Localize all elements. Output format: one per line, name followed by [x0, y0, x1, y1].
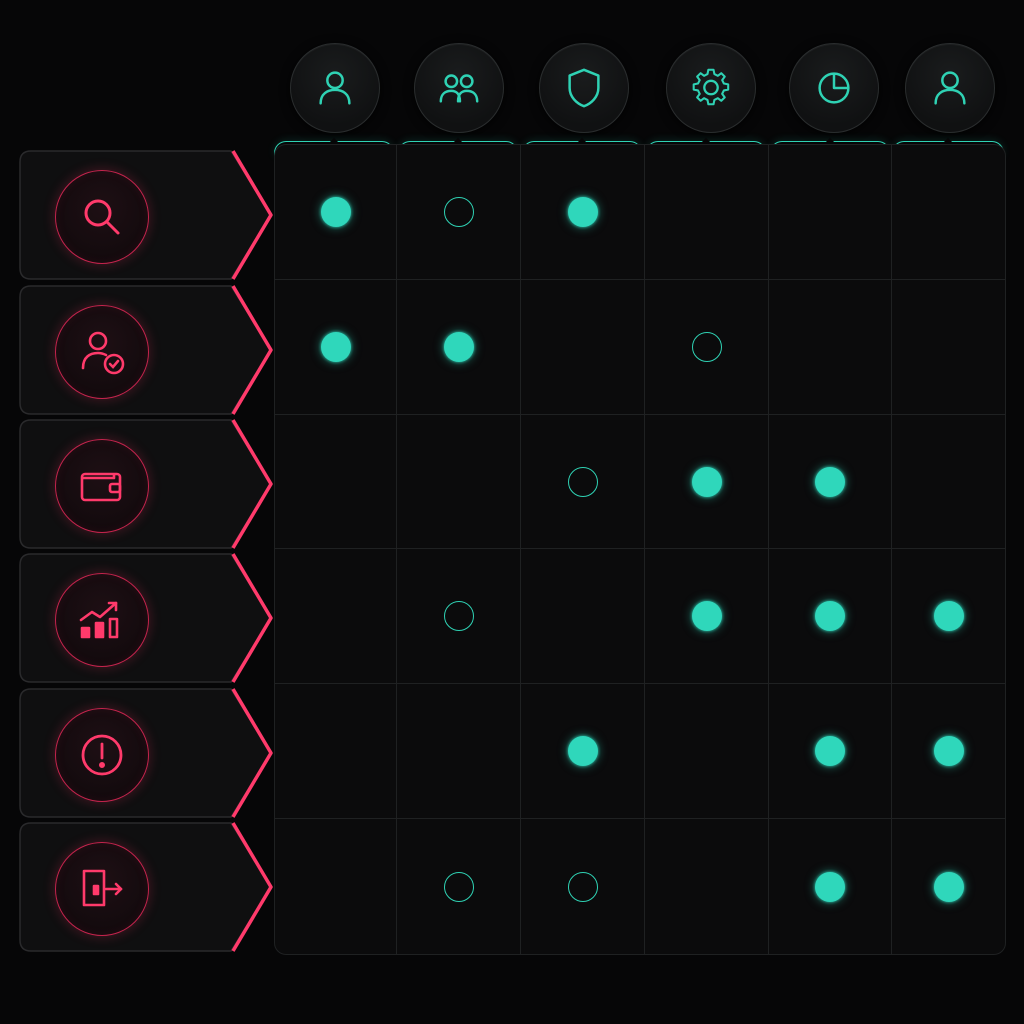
column-header-4[interactable] — [666, 43, 756, 133]
row-header-4[interactable] — [19, 553, 274, 683]
column-header-2[interactable] — [414, 43, 504, 133]
matrix-cell-r6-c1[interactable] — [275, 819, 397, 954]
matrix-cell-r5-c6[interactable] — [892, 684, 1005, 820]
filled-dot — [567, 196, 598, 227]
row-header-6[interactable] — [19, 822, 274, 952]
exit-door-icon — [82, 869, 123, 907]
matrix-cell-r1-c1[interactable] — [275, 145, 397, 280]
empty-dot — [691, 331, 722, 362]
matrix-cell-r3-c3[interactable] — [521, 414, 645, 550]
filled-dot — [815, 871, 845, 902]
user-icon — [319, 71, 351, 105]
alert-icon — [81, 734, 123, 776]
matrix-cell-r3-c5[interactable] — [769, 414, 892, 550]
matrix-cell-r1-c4[interactable] — [645, 145, 769, 280]
row-header-2[interactable] — [19, 285, 274, 415]
filled-dot — [443, 331, 474, 362]
filled-dot — [815, 601, 845, 632]
matrix-cell-r3-c2[interactable] — [397, 414, 521, 550]
matrix-cell-r5-c2[interactable] — [397, 684, 521, 820]
matrix-cell-r4-c2[interactable] — [397, 549, 521, 685]
wallet-icon — [80, 472, 122, 502]
matrix-cell-r4-c1[interactable] — [275, 549, 397, 685]
matrix-cell-r6-c2[interactable] — [397, 819, 521, 954]
matrix-cell-r2-c2[interactable] — [397, 279, 521, 415]
filled-dot — [320, 196, 351, 227]
matrix-cell-r5-c5[interactable] — [769, 684, 892, 820]
empty-dot — [567, 466, 598, 497]
filled-dot — [933, 871, 964, 902]
matrix-grid — [274, 144, 1006, 955]
growth-chart-icon — [79, 601, 119, 639]
matrix-cell-r1-c6[interactable] — [892, 145, 1005, 280]
matrix-cell-r5-c4[interactable] — [645, 684, 769, 820]
row-header-1[interactable] — [19, 150, 274, 280]
matrix-cell-r2-c4[interactable] — [645, 279, 769, 415]
user-verified-icon — [81, 331, 125, 375]
empty-dot — [443, 871, 474, 902]
matrix-cell-r6-c3[interactable] — [521, 819, 645, 954]
filled-dot — [815, 466, 845, 497]
matrix-cell-r1-c5[interactable] — [769, 145, 892, 280]
matrix-cell-r4-c3[interactable] — [521, 549, 645, 685]
shield-icon — [568, 68, 600, 108]
column-header-3[interactable] — [539, 43, 629, 133]
matrix-cell-r2-c3[interactable] — [521, 279, 645, 415]
gear-icon — [692, 68, 730, 106]
column-header-5[interactable] — [789, 43, 879, 133]
matrix-cell-r4-c6[interactable] — [892, 549, 1005, 685]
matrix-cell-r3-c4[interactable] — [645, 414, 769, 550]
column-header-1[interactable] — [290, 43, 380, 133]
filled-dot — [320, 331, 351, 362]
user-icon — [934, 71, 966, 105]
column-header-6[interactable] — [905, 43, 995, 133]
matrix-cell-r5-c3[interactable] — [521, 684, 645, 820]
matrix-cell-r4-c5[interactable] — [769, 549, 892, 685]
filled-dot — [691, 466, 722, 497]
empty-dot — [443, 196, 474, 227]
filled-dot — [815, 736, 845, 767]
matrix-cell-r3-c6[interactable] — [892, 415, 1005, 550]
users-group-icon — [439, 74, 479, 103]
matrix-cell-r4-c4[interactable] — [645, 549, 769, 685]
matrix-cell-r5-c1[interactable] — [275, 684, 397, 820]
pie-chart-icon — [818, 72, 850, 104]
matrix-cell-r3-c1[interactable] — [275, 414, 397, 550]
search-icon — [84, 199, 120, 235]
row-header-5[interactable] — [19, 688, 274, 818]
matrix-cell-r2-c1[interactable] — [275, 279, 397, 415]
matrix-cell-r6-c6[interactable] — [892, 819, 1005, 954]
matrix-cell-r1-c3[interactable] — [521, 145, 645, 280]
filled-dot — [567, 736, 598, 767]
filled-dot — [933, 736, 964, 767]
matrix-cell-r6-c4[interactable] — [645, 819, 769, 954]
row-header-3[interactable] — [19, 419, 274, 549]
empty-dot — [567, 871, 598, 902]
filled-dot — [691, 601, 722, 632]
filled-dot — [933, 601, 964, 632]
matrix-cell-r2-c6[interactable] — [892, 280, 1005, 415]
empty-dot — [443, 601, 474, 632]
matrix-cell-r1-c2[interactable] — [397, 145, 521, 280]
matrix-cell-r2-c5[interactable] — [769, 279, 892, 415]
matrix-cell-r6-c5[interactable] — [769, 819, 892, 954]
